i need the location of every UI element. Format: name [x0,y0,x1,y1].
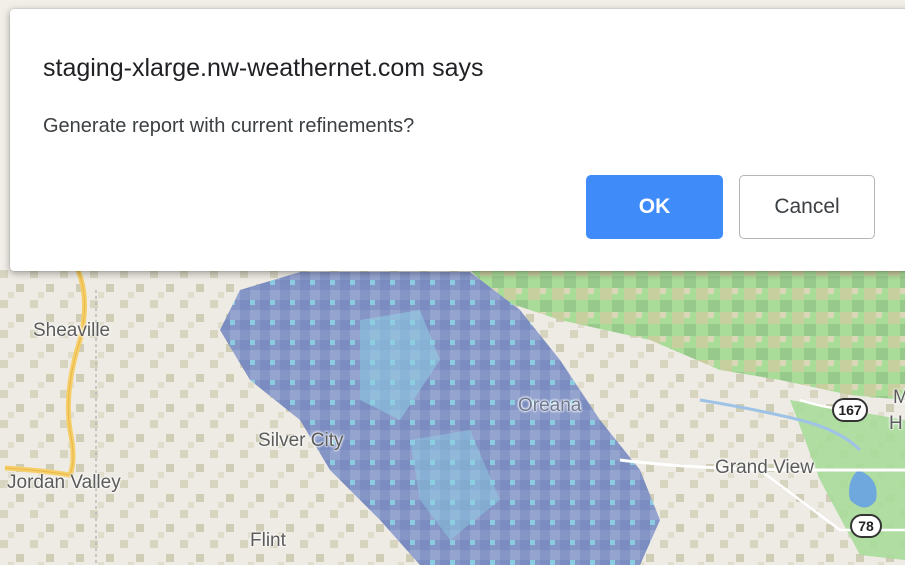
place-label-partial-m: M [893,387,905,408]
confirm-dialog: staging-xlarge.nw-weathernet.com says Ge… [10,9,905,271]
place-label-grand-view: Grand View [715,457,814,478]
place-label-silver-city: Silver City [258,430,344,451]
place-label-oreana: Oreana [518,395,582,416]
cancel-button[interactable]: Cancel [739,175,875,239]
ok-button[interactable]: OK [586,175,723,239]
place-label-sheaville: Sheaville [33,320,111,341]
route-167-shield-icon: 167 [832,398,868,422]
route-78-shield-icon: 78 [850,514,882,538]
place-label-flint: Flint [250,530,286,551]
dialog-title: staging-xlarge.nw-weathernet.com says [43,54,484,82]
page: Sheaville Silver City Jordan Valley Flin… [0,0,905,565]
place-label-jordan-valley: Jordan Valley [7,472,121,493]
place-label-partial-h: H [889,413,903,434]
dialog-message: Generate report with current refinements… [43,115,415,137]
